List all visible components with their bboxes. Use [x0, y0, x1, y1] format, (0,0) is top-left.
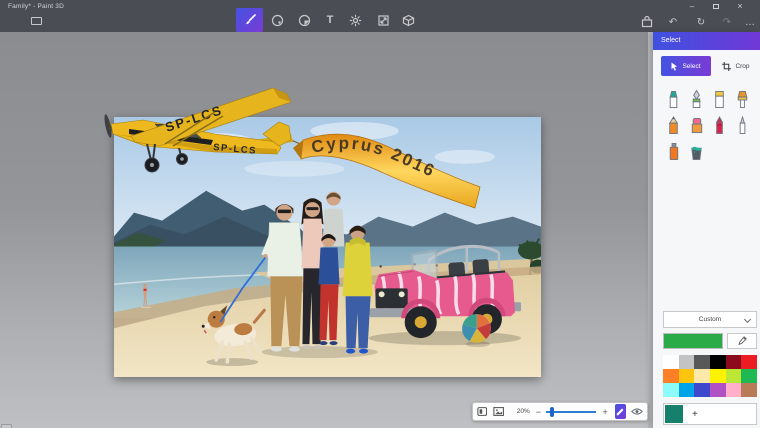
side-panel: Select Select Crop Custom +	[653, 32, 760, 428]
tool-canvas[interactable]	[371, 8, 395, 32]
zoom-level: 20%	[516, 408, 530, 415]
select-tab[interactable]: Select	[661, 56, 711, 76]
corner-control[interactable]	[1, 424, 12, 428]
palette-swatch[interactable]	[678, 383, 695, 397]
history-icon: ↻	[696, 16, 706, 28]
palette-swatch[interactable]	[741, 355, 757, 369]
history-button[interactable]: ↻	[690, 13, 712, 31]
undo-button[interactable]: ↶	[662, 13, 684, 31]
palette-swatch[interactable]	[663, 369, 679, 383]
image-icon[interactable]	[493, 406, 505, 417]
pencil-brush-icon[interactable]	[665, 115, 682, 136]
workspace[interactable]: Cyprus 2016 SP-LCS SP-LCS	[0, 32, 653, 428]
palette-dropdown-value: Custom	[698, 316, 722, 323]
palette-swatch[interactable]	[725, 355, 742, 369]
eyedropper-icon	[738, 336, 747, 346]
select-tab-label: Select	[682, 62, 701, 70]
tool-stickers[interactable]	[292, 8, 316, 32]
tool-2d-shapes[interactable]	[265, 8, 289, 32]
tool-effects[interactable]	[343, 8, 367, 32]
palette-swatch[interactable]	[725, 383, 742, 397]
menu-button[interactable]	[26, 13, 46, 29]
palette-swatch[interactable]	[709, 355, 726, 369]
close-button[interactable]: ×	[730, 0, 750, 12]
calligraphy-pen-icon[interactable]	[688, 89, 705, 110]
eyedropper-button[interactable]	[727, 333, 757, 349]
undo-icon: ↶	[668, 16, 678, 28]
add-color-button[interactable]: +	[692, 409, 698, 420]
zoom-out-button[interactable]: −	[536, 407, 541, 417]
cursor-icon	[671, 62, 678, 71]
stickers-icon	[298, 14, 310, 26]
redo-icon: ↷	[722, 16, 732, 28]
toolbox-icon	[641, 16, 653, 28]
minimize-button[interactable]: –	[682, 0, 702, 12]
crayon-icon[interactable]	[711, 115, 728, 136]
menu-icon	[30, 17, 42, 25]
custom-color-swatch[interactable]	[665, 405, 683, 423]
palette-swatch[interactable]	[725, 369, 742, 383]
spray-can-icon[interactable]	[665, 141, 682, 162]
palette-swatch[interactable]	[741, 369, 757, 383]
color-palette	[663, 355, 757, 397]
add-color-row[interactable]: +	[663, 403, 757, 425]
palette-swatch[interactable]	[678, 369, 695, 383]
tool-brush[interactable]	[236, 8, 263, 32]
canvas-toggle-icon[interactable]	[477, 406, 488, 417]
2d-mode-button[interactable]	[614, 404, 626, 419]
fill-bucket-icon[interactable]	[688, 141, 705, 162]
palette-swatch[interactable]	[741, 383, 757, 397]
tool-text[interactable]: T	[318, 8, 342, 32]
more-icon: …	[745, 16, 755, 28]
crop-icon	[722, 61, 732, 71]
eraser-icon[interactable]	[688, 115, 705, 136]
text-tool-icon: T	[326, 14, 334, 26]
maximize-button[interactable]	[706, 0, 726, 12]
zoom-in-button[interactable]: +	[602, 407, 607, 417]
chevron-down-icon	[743, 315, 752, 324]
brush-grid	[662, 86, 758, 164]
close-icon: ×	[737, 1, 743, 11]
palette-swatch[interactable]	[678, 355, 695, 369]
brush-icon	[245, 14, 256, 25]
effects-icon	[349, 14, 361, 26]
maximize-icon	[713, 3, 719, 9]
paint3d-window: Family* - Paint 3D – × T ↶ ↻ ↷ … Cyprus …	[0, 0, 760, 428]
shapes-2d-icon	[271, 14, 283, 26]
redo-button[interactable]: ↷	[716, 13, 738, 31]
crop-tab-label: Crop	[735, 62, 750, 70]
oil-brush-icon[interactable]	[734, 89, 751, 110]
status-bar: 20% − +	[472, 402, 648, 421]
minimize-icon: –	[689, 1, 695, 11]
current-color-swatch[interactable]	[663, 333, 723, 349]
palette-dropdown[interactable]: Custom	[663, 311, 757, 328]
crop-tab[interactable]: Crop	[715, 56, 757, 76]
palette-swatch[interactable]	[694, 355, 710, 369]
pixel-pen-icon[interactable]	[711, 89, 728, 110]
tool-3d-library[interactable]	[396, 8, 420, 32]
more-button[interactable]: …	[739, 13, 760, 31]
palette-swatch[interactable]	[709, 383, 726, 397]
eye-icon	[631, 408, 643, 415]
marker-brush-icon[interactable]	[665, 89, 682, 110]
palette-swatch[interactable]	[663, 355, 679, 369]
canvas-icon	[377, 14, 389, 26]
panel-title: Select	[653, 32, 760, 50]
palette-swatch[interactable]	[694, 383, 710, 397]
zoom-slider[interactable]	[546, 406, 597, 418]
palette-swatch[interactable]	[663, 383, 679, 397]
watercolor-brush-icon[interactable]	[734, 114, 751, 136]
3d-view-button[interactable]	[631, 407, 643, 416]
window-title: Family* - Paint 3D	[8, 3, 64, 10]
zoom-slider-handle[interactable]	[550, 406, 555, 417]
pencil-icon	[616, 408, 624, 416]
library-3d-icon	[402, 14, 414, 26]
photo-canvas[interactable]	[114, 117, 541, 377]
paste-button[interactable]	[636, 13, 658, 31]
palette-swatch[interactable]	[709, 369, 726, 383]
palette-swatch[interactable]	[694, 369, 710, 383]
titlebar: Family* - Paint 3D – × T ↶ ↻ ↷ …	[0, 0, 760, 32]
